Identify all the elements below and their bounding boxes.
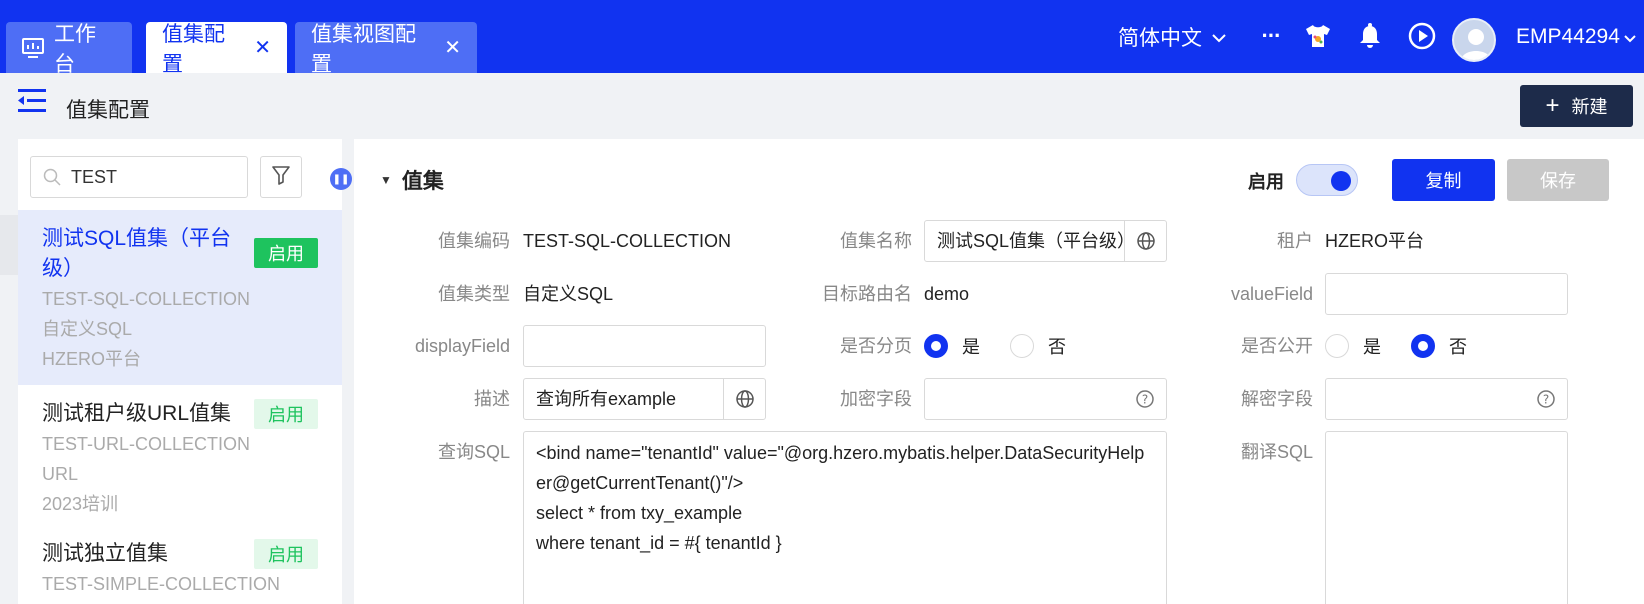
- avatar[interactable]: [1452, 18, 1496, 62]
- list-item-type: 自定义SQL: [42, 319, 133, 339]
- list-item-code: TEST-SIMPLE-COLLECTION: [42, 574, 281, 594]
- list-item-title: 测试SQL值集（平台级）: [42, 227, 232, 280]
- help-icon[interactable]: ?: [1525, 379, 1567, 419]
- tab-label: 工作台: [54, 22, 96, 76]
- list-item-title: 测试独立值集: [42, 542, 168, 565]
- name-label: 值集名称: [840, 231, 912, 251]
- type-value: 自定义SQL: [523, 284, 614, 304]
- filter-icon: [271, 165, 291, 190]
- enable-toggle[interactable]: [1296, 164, 1358, 196]
- tenant-value: HZERO平台: [1325, 231, 1424, 251]
- paging-label: 是否分页: [840, 336, 912, 356]
- new-button[interactable]: + 新建: [1520, 85, 1633, 127]
- description-value: 查询所有example: [536, 389, 677, 409]
- tenant-label: 租户: [1277, 231, 1313, 251]
- chevron-down-icon: [1624, 25, 1636, 49]
- save-button[interactable]: 保存: [1507, 159, 1609, 201]
- code-value: TEST-SQL-COLLECTION: [523, 231, 732, 251]
- language-label: 简体中文: [1118, 26, 1202, 50]
- tab-value-set-config[interactable]: 值集配置 ✕: [146, 22, 287, 76]
- name-field[interactable]: 测试SQL值集（平台级）: [924, 220, 1167, 262]
- svg-text:?: ?: [1543, 393, 1549, 407]
- list-item[interactable]: 测试租户级URL值集 启用 TEST-URL-COLLECTION URL 20…: [18, 385, 342, 525]
- page-header: [0, 73, 1644, 139]
- route-label: 目标路由名: [822, 284, 912, 304]
- more-icon[interactable]: ···: [1255, 20, 1287, 52]
- tab-label: 值集配置: [162, 22, 225, 76]
- public-no-label: 否: [1449, 337, 1467, 357]
- decrypt-field[interactable]: ?: [1325, 378, 1568, 420]
- tab-label: 值集视图配置: [311, 22, 416, 76]
- list-item-tenant: 2023培训: [42, 494, 119, 514]
- paging-no-radio[interactable]: [1010, 334, 1034, 358]
- description-label: 描述: [474, 389, 510, 409]
- code-label: 值集编码: [438, 231, 510, 251]
- public-no-radio[interactable]: [1411, 334, 1435, 358]
- close-icon[interactable]: ✕: [444, 35, 461, 60]
- encrypt-label: 加密字段: [840, 389, 912, 409]
- value-field-label: valueField: [1230, 284, 1313, 304]
- copy-button[interactable]: 复制: [1392, 159, 1495, 201]
- translate-sql-label: 翻译SQL: [1240, 442, 1313, 462]
- list-item[interactable]: 测试SQL值集（平台级） 启用 TEST-SQL-COLLECTION 自定义S…: [18, 210, 342, 385]
- sql-label: 查询SQL: [437, 442, 510, 462]
- top-navigation-bar: 工作台 值集配置 ✕ 值集视图配置 ✕ 简体中文 ··· EMP44294: [0, 0, 1644, 76]
- name-value: 测试SQL值集（平台级）: [937, 231, 1136, 251]
- translate-sql-textarea[interactable]: [1325, 431, 1568, 604]
- public-radio-group: 是 否: [1325, 325, 1497, 367]
- tab-value-set-view-config[interactable]: 值集视图配置 ✕: [295, 22, 477, 76]
- page-title: 值集配置: [66, 99, 150, 122]
- paging-radio-group: 是 否: [924, 325, 1096, 367]
- new-button-label: 新建: [1571, 97, 1608, 117]
- tab-workbench[interactable]: 工作台: [6, 22, 132, 76]
- section-header[interactable]: ▼ 值集: [380, 165, 444, 195]
- description-field[interactable]: 查询所有example: [523, 378, 766, 420]
- panel-toggle-icon[interactable]: ❚❚: [330, 168, 352, 190]
- display-field-input[interactable]: [523, 325, 766, 367]
- theme-shirt-icon[interactable]: [1302, 20, 1334, 52]
- play-circle-icon[interactable]: [1406, 20, 1438, 52]
- close-icon[interactable]: ✕: [254, 35, 271, 60]
- username: EMP44294: [1516, 24, 1620, 48]
- sql-textarea[interactable]: <bind name="tenantId" value="@org.hzero.…: [523, 431, 1167, 604]
- list-item-code: TEST-SQL-COLLECTION: [42, 289, 251, 309]
- paging-yes-radio[interactable]: [924, 334, 948, 358]
- user-menu[interactable]: EMP44294: [1516, 0, 1636, 73]
- list-item-code: TEST-URL-COLLECTION: [42, 434, 251, 454]
- public-yes-radio[interactable]: [1325, 334, 1349, 358]
- filter-button[interactable]: [260, 156, 302, 198]
- search-input[interactable]: TEST: [30, 156, 248, 198]
- paging-yes-label: 是: [962, 337, 980, 357]
- encrypt-field[interactable]: ?: [924, 378, 1167, 420]
- svg-text:?: ?: [1142, 393, 1148, 407]
- enable-label: 启用: [1248, 172, 1284, 192]
- list-item-title: 测试租户级URL值集: [42, 402, 232, 425]
- status-badge: 启用: [254, 399, 318, 429]
- dashboard-icon: [22, 37, 44, 58]
- status-badge: 启用: [254, 539, 318, 569]
- gutter: [0, 215, 18, 275]
- language-selector[interactable]: 简体中文: [1118, 0, 1226, 73]
- plus-icon: +: [1545, 92, 1560, 119]
- decrypt-label: 解密字段: [1241, 389, 1313, 409]
- list-item-type: URL: [42, 464, 79, 484]
- value-field-input[interactable]: [1325, 273, 1568, 315]
- public-label: 是否公开: [1241, 336, 1313, 356]
- search-value: TEST: [71, 166, 118, 187]
- list-item-tenant: HZERO平台: [42, 349, 141, 369]
- type-label: 值集类型: [438, 284, 510, 304]
- caret-down-icon: ▼: [380, 173, 392, 187]
- route-value: demo: [924, 284, 970, 304]
- display-field-label: displayField: [414, 336, 510, 356]
- section-title: 值集: [401, 170, 444, 193]
- value-set-list-panel: TEST 测试SQL值集（平台级） 启用 TEST-SQL-COLLECTION…: [18, 139, 342, 604]
- public-yes-label: 是: [1363, 337, 1381, 357]
- list-item[interactable]: 测试独立值集 启用 TEST-SIMPLE-COLLECTION: [18, 525, 342, 604]
- menu-collapse-icon[interactable]: [18, 88, 48, 119]
- chevron-down-icon: [1212, 25, 1226, 49]
- bell-icon[interactable]: [1354, 20, 1386, 52]
- status-badge: 启用: [254, 238, 318, 268]
- search-icon: [43, 168, 61, 186]
- paging-no-label: 否: [1048, 337, 1066, 357]
